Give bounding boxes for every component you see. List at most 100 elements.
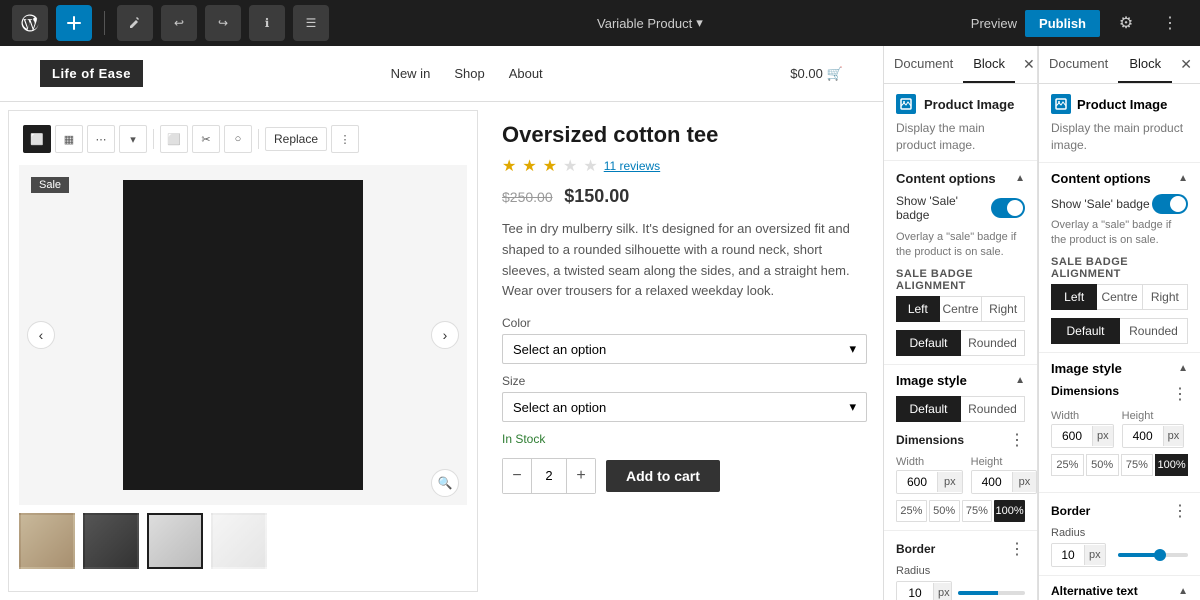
old-price: $250.00 <box>502 189 553 205</box>
thumbnail-3[interactable] <box>147 513 203 569</box>
image-toolbar: ⬜ ▦ ⋯ ▾ ⬜ ✂ ○ Replace ⋮ <box>19 121 467 157</box>
variable-product-selector[interactable]: Variable Product ▾ <box>597 15 703 31</box>
next-image-button[interactable]: › <box>431 321 459 349</box>
more-options-button[interactable]: ⋮ <box>1152 5 1188 41</box>
right-radius-slider[interactable] <box>1118 553 1188 557</box>
thumbnail-2[interactable] <box>83 513 139 569</box>
middle-pct-50[interactable]: 50% <box>929 500 960 522</box>
thumbnail-4[interactable] <box>211 513 267 569</box>
redo-button[interactable]: ↪ <box>205 5 241 41</box>
right-tab-block[interactable]: Block <box>1118 46 1172 83</box>
quantity-decrease-button[interactable]: − <box>503 459 531 493</box>
right-tab-document[interactable]: Document <box>1039 46 1118 83</box>
pen-tool-button[interactable] <box>117 5 153 41</box>
middle-pct-75[interactable]: 75% <box>962 500 993 522</box>
right-alt-text-header[interactable]: Alternative text ▲ <box>1051 576 1188 600</box>
middle-image-rounded-button[interactable]: Rounded <box>961 396 1025 422</box>
right-sale-badge-toggle[interactable] <box>1152 194 1188 214</box>
middle-tab-document[interactable]: Document <box>884 46 963 83</box>
product-info: Oversized cotton tee ★ ★ ★ ★ ★ 11 review… <box>486 102 883 600</box>
middle-height-label: Height <box>971 456 1038 468</box>
right-badge-rounded-button[interactable]: Rounded <box>1120 318 1188 344</box>
dimensions-more-button[interactable]: ⋮ <box>1009 430 1025 450</box>
middle-pct-100[interactable]: 100% <box>994 500 1025 522</box>
image-align-button[interactable]: ⬜ <box>160 125 188 153</box>
quantity-increase-button[interactable]: + <box>567 459 595 493</box>
right-align-centre-button[interactable]: Centre <box>1097 284 1142 310</box>
undo-button[interactable]: ↩ <box>161 5 197 41</box>
middle-height-wrap: Height px <box>971 456 1038 494</box>
right-border-more-button[interactable]: ⋮ <box>1172 501 1188 521</box>
reviews-link[interactable]: 11 reviews <box>604 159 660 173</box>
right-dimensions-more-button[interactable]: ⋮ <box>1172 384 1188 404</box>
preview-button[interactable]: Preview <box>971 16 1017 31</box>
star-3: ★ <box>543 156 557 176</box>
middle-radius-input[interactable] <box>897 582 933 600</box>
image-crop-button[interactable]: ▾ <box>119 125 147 153</box>
right-width-input[interactable] <box>1052 425 1092 447</box>
right-height-wrap: Height px <box>1122 410 1185 448</box>
middle-pct-25[interactable]: 25% <box>896 500 927 522</box>
right-content-options-header[interactable]: Content options ▲ <box>1039 162 1200 194</box>
middle-content-options-header[interactable]: Content options ▲ <box>884 160 1037 194</box>
right-height-input[interactable] <box>1123 425 1163 447</box>
right-alignment-buttons: Left Centre Right <box>1039 284 1200 318</box>
thumbnail-1[interactable] <box>19 513 75 569</box>
right-pct-25[interactable]: 25% <box>1051 454 1084 476</box>
product-main-image <box>123 180 363 490</box>
right-sale-badge-toggle-row: Show 'Sale' badge <box>1039 194 1200 218</box>
image-more-button[interactable]: ⋮ <box>331 125 359 153</box>
zoom-button[interactable]: 🔍 <box>431 469 459 497</box>
right-align-right-button[interactable]: Right <box>1143 284 1188 310</box>
nav-shop[interactable]: Shop <box>454 66 484 81</box>
size-select[interactable]: Select an option ▾ <box>502 392 867 422</box>
middle-height-input[interactable] <box>972 471 1012 493</box>
middle-sale-badge-toggle[interactable] <box>991 198 1025 218</box>
right-pct-50[interactable]: 50% <box>1086 454 1119 476</box>
size-label: Size <box>502 374 867 388</box>
info-button[interactable]: ℹ <box>249 5 285 41</box>
store-cart[interactable]: $0.00 🛒 <box>790 66 843 82</box>
middle-image-style-header[interactable]: Image style ▲ <box>884 364 1037 396</box>
color-select[interactable]: Select an option ▾ <box>502 334 867 364</box>
middle-radius-slider[interactable] <box>958 591 1025 595</box>
wordpress-logo[interactable] <box>12 5 48 41</box>
right-alt-text-section: Alternative text ▲ Describe the purpose … <box>1039 575 1200 600</box>
right-pct-100[interactable]: 100% <box>1155 454 1188 476</box>
list-view-button[interactable]: ☰ <box>293 5 329 41</box>
middle-badge-rounded-button[interactable]: Rounded <box>961 330 1025 356</box>
right-radius-input[interactable] <box>1052 544 1084 566</box>
image-view-full-button[interactable]: ⬜ <box>23 125 51 153</box>
middle-align-right-button[interactable]: Right <box>982 296 1025 322</box>
right-image-style-header[interactable]: Image style ▲ <box>1039 352 1200 384</box>
image-grid-button[interactable]: ⋯ <box>87 125 115 153</box>
middle-border-more-button[interactable]: ⋮ <box>1009 539 1025 559</box>
add-block-button[interactable] <box>56 5 92 41</box>
replace-image-button[interactable]: Replace <box>265 127 327 151</box>
right-sale-badge-helper: Overlay a "sale" badge if the product is… <box>1039 218 1200 257</box>
settings-button[interactable]: ⚙ <box>1108 5 1144 41</box>
store-header: Life of Ease New in Shop About $0.00 🛒 <box>0 46 883 102</box>
middle-width-input[interactable] <box>897 471 937 493</box>
middle-panel-close-button[interactable]: ✕ <box>1015 48 1038 81</box>
middle-image-default-button[interactable]: Default <box>896 396 961 422</box>
prev-image-button[interactable]: ‹ <box>27 321 55 349</box>
top-bar: ↩ ↪ ℹ ☰ Variable Product ▾ Preview Publi… <box>0 0 1200 46</box>
middle-tab-block[interactable]: Block <box>963 46 1015 83</box>
nav-about[interactable]: About <box>509 66 543 81</box>
image-circle-button[interactable]: ○ <box>224 125 252 153</box>
middle-border-section: Border ⋮ Radius px <box>884 530 1037 600</box>
nav-new-in[interactable]: New in <box>391 66 431 81</box>
add-to-cart-button[interactable]: Add to cart <box>606 460 720 492</box>
middle-badge-default-button[interactable]: Default <box>896 330 961 356</box>
image-view-thumb-button[interactable]: ▦ <box>55 125 83 153</box>
middle-align-centre-button[interactable]: Centre <box>940 296 983 322</box>
top-bar-right: Preview Publish ⚙ ⋮ <box>971 5 1188 41</box>
right-panel-close-button[interactable]: ✕ <box>1172 48 1200 81</box>
right-badge-default-button[interactable]: Default <box>1051 318 1120 344</box>
right-pct-75[interactable]: 75% <box>1121 454 1154 476</box>
middle-align-left-button[interactable]: Left <box>896 296 940 322</box>
image-crop2-button[interactable]: ✂ <box>192 125 220 153</box>
publish-button[interactable]: Publish <box>1025 10 1100 37</box>
right-align-left-button[interactable]: Left <box>1051 284 1097 310</box>
